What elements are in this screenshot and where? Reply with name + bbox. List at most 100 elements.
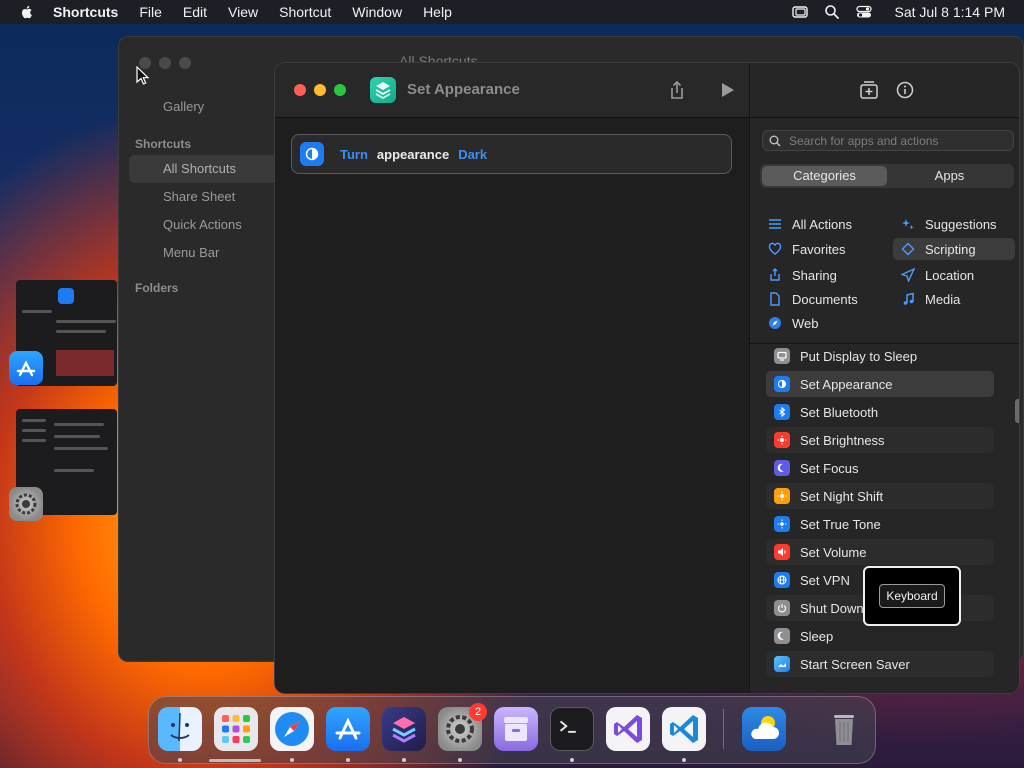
- search-field[interactable]: [762, 130, 1014, 151]
- editor-pane: Set Appearance Turn appearance Dark: [275, 63, 749, 693]
- dock-shortcuts-icon[interactable]: [382, 707, 426, 751]
- dock-visual-studio-icon[interactable]: [606, 707, 650, 751]
- menu-view[interactable]: View: [228, 4, 258, 20]
- category-label: Web: [792, 315, 819, 331]
- control-center-icon[interactable]: [856, 4, 873, 20]
- dock-terminal-icon[interactable]: [550, 707, 594, 751]
- action-put-display-to-sleep[interactable]: Put Display to Sleep: [766, 343, 994, 369]
- info-icon[interactable]: [894, 79, 916, 101]
- category-scripting[interactable]: Scripting: [893, 238, 1015, 260]
- run-play-icon[interactable]: [716, 79, 738, 101]
- action-library-icon[interactable]: [858, 79, 880, 101]
- menu-file[interactable]: File: [139, 4, 162, 20]
- stage-manager-icon[interactable]: [792, 4, 809, 20]
- minimize-button[interactable]: [314, 84, 326, 96]
- screen-saver-icon: [774, 656, 790, 672]
- dock-launchpad-icon[interactable]: [214, 707, 258, 751]
- inactive-minimize-button[interactable]: [159, 57, 171, 69]
- action-set-bluetooth[interactable]: Set Bluetooth: [766, 399, 994, 425]
- category-label: Suggestions: [925, 216, 997, 232]
- menu-help[interactable]: Help: [423, 4, 452, 20]
- category-label: Scripting: [925, 241, 976, 257]
- app-store-icon[interactable]: [9, 351, 43, 385]
- zoom-button[interactable]: [334, 84, 346, 96]
- action-value-dark[interactable]: Dark: [458, 147, 487, 162]
- dock-running-indicator: [402, 758, 406, 762]
- dock-safari-icon[interactable]: [270, 707, 314, 751]
- action-start-screen-saver[interactable]: Start Screen Saver: [766, 651, 994, 677]
- brightness-icon: [774, 432, 790, 448]
- category-suggestions[interactable]: Suggestions: [893, 213, 1015, 235]
- action-set-volume[interactable]: Set Volume: [766, 539, 994, 565]
- menu-bar-clock[interactable]: Sat Jul 8 1:14 PM: [894, 4, 1005, 20]
- panel-toolbar: [750, 63, 1019, 118]
- category-grid: All Actions Favorites Sharing Documents …: [750, 211, 1019, 337]
- menu-window[interactable]: Window: [352, 4, 402, 20]
- dock-running-indicator: [458, 758, 462, 762]
- action-set-brightness[interactable]: Set Brightness: [766, 427, 994, 453]
- category-label: Location: [925, 267, 975, 283]
- dock-vscode-icon[interactable]: [662, 707, 706, 751]
- settings-notification-badge: 2: [469, 703, 487, 721]
- category-location[interactable]: Location: [893, 264, 1015, 286]
- action-sleep[interactable]: Sleep: [766, 623, 994, 649]
- category-documents[interactable]: Documents: [760, 288, 880, 310]
- action-verb-turn[interactable]: Turn: [340, 147, 368, 162]
- category-favorites[interactable]: Favorites: [760, 238, 880, 260]
- true-tone-icon: [774, 516, 790, 532]
- bluetooth-icon: [774, 404, 790, 420]
- dock-trash-icon[interactable]: [822, 707, 866, 751]
- close-button[interactable]: [294, 84, 306, 96]
- system-settings-icon[interactable]: [9, 487, 43, 521]
- action-label: Set VPN: [800, 572, 850, 588]
- share-icon: [770, 268, 780, 281]
- inactive-zoom-button[interactable]: [179, 57, 191, 69]
- sidebar-item-gallery[interactable]: Gallery: [129, 93, 279, 121]
- menu-edit[interactable]: Edit: [183, 4, 207, 20]
- menu-app-name[interactable]: Shortcuts: [53, 4, 118, 20]
- globe-icon: [774, 572, 790, 588]
- tab-apps[interactable]: Apps: [887, 166, 1012, 186]
- share-icon[interactable]: [666, 79, 688, 101]
- dock-running-indicator: [570, 758, 574, 762]
- action-set-focus[interactable]: Set Focus: [766, 455, 994, 481]
- apple-menu-icon[interactable]: [19, 4, 35, 20]
- display-icon: [774, 348, 790, 364]
- dock-app-store-icon[interactable]: [326, 707, 370, 751]
- action-label: Set Bluetooth: [800, 404, 879, 420]
- search-input[interactable]: [789, 133, 999, 148]
- category-sharing[interactable]: Sharing: [760, 264, 880, 286]
- action-list-scrollbar[interactable]: [1015, 399, 1019, 423]
- location-arrow-icon: [901, 268, 915, 282]
- sidebar-item-menu-bar[interactable]: Menu Bar: [129, 239, 279, 267]
- action-set-night-shift[interactable]: Set Night Shift: [766, 483, 994, 509]
- dock-weather-icon[interactable]: [742, 707, 786, 751]
- sidebar-item-all-shortcuts[interactable]: All Shortcuts: [129, 155, 279, 183]
- action-list: Put Display to Sleep Set Appearance Set …: [764, 343, 996, 693]
- power-icon: [774, 600, 790, 616]
- sidebar-item-share-sheet[interactable]: Share Sheet: [129, 183, 279, 211]
- dock-archive-utility-icon[interactable]: [494, 707, 538, 751]
- keyboard-tooltip: Keyboard: [863, 566, 961, 626]
- shortcut-icon[interactable]: [370, 77, 396, 103]
- category-web[interactable]: Web: [760, 312, 880, 334]
- dock-running-indicator: [178, 758, 182, 762]
- action-card-set-appearance[interactable]: Turn appearance Dark: [291, 134, 732, 174]
- action-set-true-tone[interactable]: Set True Tone: [766, 511, 994, 537]
- list-icon: [769, 219, 781, 229]
- menu-shortcut[interactable]: Shortcut: [279, 4, 331, 20]
- category-media[interactable]: Media: [893, 288, 1015, 310]
- status-area: Sat Jul 8 1:14 PM: [792, 0, 1005, 24]
- sidebar-item-quick-actions[interactable]: Quick Actions: [129, 211, 279, 239]
- dock-finder-icon[interactable]: [158, 707, 202, 751]
- dock-running-indicator: [682, 758, 686, 762]
- sidebar-section-folders: Folders: [135, 281, 179, 295]
- document-icon: [770, 292, 780, 306]
- spotlight-search-icon[interactable]: [824, 4, 840, 20]
- shortcut-title[interactable]: Set Appearance: [407, 81, 520, 98]
- action-set-appearance[interactable]: Set Appearance: [766, 371, 994, 397]
- tab-categories[interactable]: Categories: [762, 166, 887, 186]
- library-sidebar: Gallery Shortcuts All Shortcuts Share Sh…: [129, 93, 279, 299]
- category-all-actions[interactable]: All Actions: [760, 213, 880, 235]
- heart-icon: [768, 242, 782, 255]
